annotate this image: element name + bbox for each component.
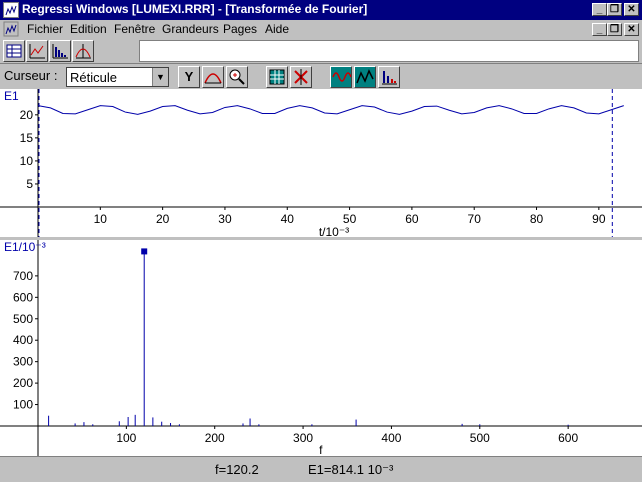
zoom-button[interactable] <box>226 66 248 88</box>
restore-button[interactable]: ❐ <box>607 3 622 16</box>
y-tick-label: 300 <box>13 355 33 369</box>
chevron-down-icon[interactable]: ▼ <box>152 68 168 86</box>
bar-chart-icon <box>52 44 68 59</box>
spectrum-bars-button[interactable] <box>378 66 400 88</box>
bell-curve-icon <box>204 73 222 84</box>
fourier-view-button[interactable] <box>354 66 376 88</box>
y-tick-label: 100 <box>13 398 33 412</box>
mdi-minimize-button[interactable]: _ <box>592 23 607 36</box>
y-tick-label: 500 <box>13 312 33 326</box>
scissors-icon <box>294 69 308 85</box>
x-tick-label: 100 <box>116 431 136 445</box>
menu-pages[interactable]: Pages <box>223 22 257 36</box>
y-axis-label: E1 <box>4 89 19 103</box>
menu-edition[interactable]: Edition <box>70 22 107 36</box>
table-view-button[interactable] <box>3 40 25 62</box>
peak-marker <box>141 248 148 255</box>
x-tick-label: 600 <box>558 431 578 445</box>
signal-series-line <box>37 105 624 115</box>
status-value: E1=814.1 10⁻³ <box>308 462 394 477</box>
mdi-close-button[interactable]: ✕ <box>624 23 639 36</box>
x-tick-label: 200 <box>205 431 225 445</box>
x-tick-label: 80 <box>530 212 544 226</box>
wave-icon <box>332 72 352 82</box>
axes-button[interactable] <box>290 66 312 88</box>
signal-chart[interactable]: E1 5 10 15 20 10 20 30 40 50 60 70 80 90 t/10⁻³ <box>0 89 642 239</box>
histogram-view-button[interactable] <box>49 40 71 62</box>
fourier-chart[interactable]: E1/10⁻³ 100 200 300 400 500 600 700 100 200 300 400… <box>0 240 642 457</box>
statistics-view-button[interactable] <box>72 40 94 62</box>
signal-graph-panel[interactable]: E1 5 10 15 20 10 20 30 40 50 60 70 80 90 t/10⁻³ <box>0 89 642 239</box>
line-graph-icon <box>29 44 45 59</box>
y-tick-label: 600 <box>13 290 33 304</box>
y-axis-label: E1/10⁻³ <box>4 240 46 254</box>
x-axis-label: t/10⁻³ <box>319 225 349 237</box>
app-icon[interactable] <box>3 2 19 18</box>
x-tick-label: 300 <box>293 431 313 445</box>
fourier-graph-panel[interactable]: E1/10⁻³ 100 200 300 400 500 600 700 100 200 300 400… <box>0 240 642 457</box>
y-tick-label: 200 <box>13 376 33 390</box>
y-tick-label: 10 <box>20 154 34 168</box>
menu-aide[interactable]: Aide <box>265 22 289 36</box>
menu-grandeurs[interactable]: Grandeurs <box>162 22 219 36</box>
spectrum-bars-icon <box>382 71 397 85</box>
window-title: Regressi Windows [LUMEXI.RRR] - [Transfo… <box>22 2 368 16</box>
formula-bar[interactable] <box>139 40 639 62</box>
table-icon <box>6 44 22 58</box>
x-tick-label: 10 <box>94 212 108 226</box>
x-tick-label: 90 <box>592 212 606 226</box>
document-icon[interactable] <box>3 21 19 37</box>
distribution-icon <box>75 44 91 59</box>
magnifier-icon <box>229 69 245 85</box>
y-tick-label: 400 <box>13 333 33 347</box>
cursor-mode-select[interactable]: Réticule ▼ <box>66 67 169 87</box>
title-bar: Regressi Windows [LUMEXI.RRR] - [Transfo… <box>0 0 642 20</box>
status-bar: f=120.2 E1=814.1 10⁻³ <box>0 456 642 482</box>
graph-view-button[interactable] <box>26 40 48 62</box>
x-tick-label: 500 <box>470 431 490 445</box>
y-axis-button[interactable]: Y <box>178 66 200 88</box>
menu-bar: Fichier Edition Fenêtre Grandeurs Pages … <box>0 20 642 38</box>
y-tick-label: 20 <box>20 108 34 122</box>
x-axis-label: f <box>319 443 323 456</box>
cursor-label: Curseur : <box>4 68 58 83</box>
menu-fenetre[interactable]: Fenêtre <box>114 22 155 36</box>
cursor-mode-value: Réticule <box>70 70 117 85</box>
x-tick-label: 50 <box>343 212 357 226</box>
x-tick-label: 70 <box>468 212 482 226</box>
status-frequency: f=120.2 <box>215 462 259 477</box>
signal-view-button[interactable] <box>330 66 352 88</box>
close-button[interactable]: ✕ <box>624 3 639 16</box>
y-tick-label: 15 <box>20 131 34 145</box>
grid-icon <box>269 69 285 85</box>
y-tick-label: 5 <box>26 177 33 191</box>
x-tick-label: 40 <box>281 212 295 226</box>
chart-app-icon <box>5 5 17 16</box>
x-tick-label: 20 <box>156 212 170 226</box>
mdi-restore-button[interactable]: ❐ <box>607 23 622 36</box>
x-tick-label: 400 <box>381 431 401 445</box>
y-tick-label: 700 <box>13 269 33 283</box>
minimize-button[interactable]: _ <box>592 3 607 16</box>
x-tick-label: 30 <box>218 212 232 226</box>
model-button[interactable] <box>202 66 224 88</box>
spectrum-icon <box>356 69 374 84</box>
menu-fichier[interactable]: Fichier <box>27 22 63 36</box>
x-tick-label: 60 <box>405 212 419 226</box>
grid-button[interactable] <box>266 66 288 88</box>
